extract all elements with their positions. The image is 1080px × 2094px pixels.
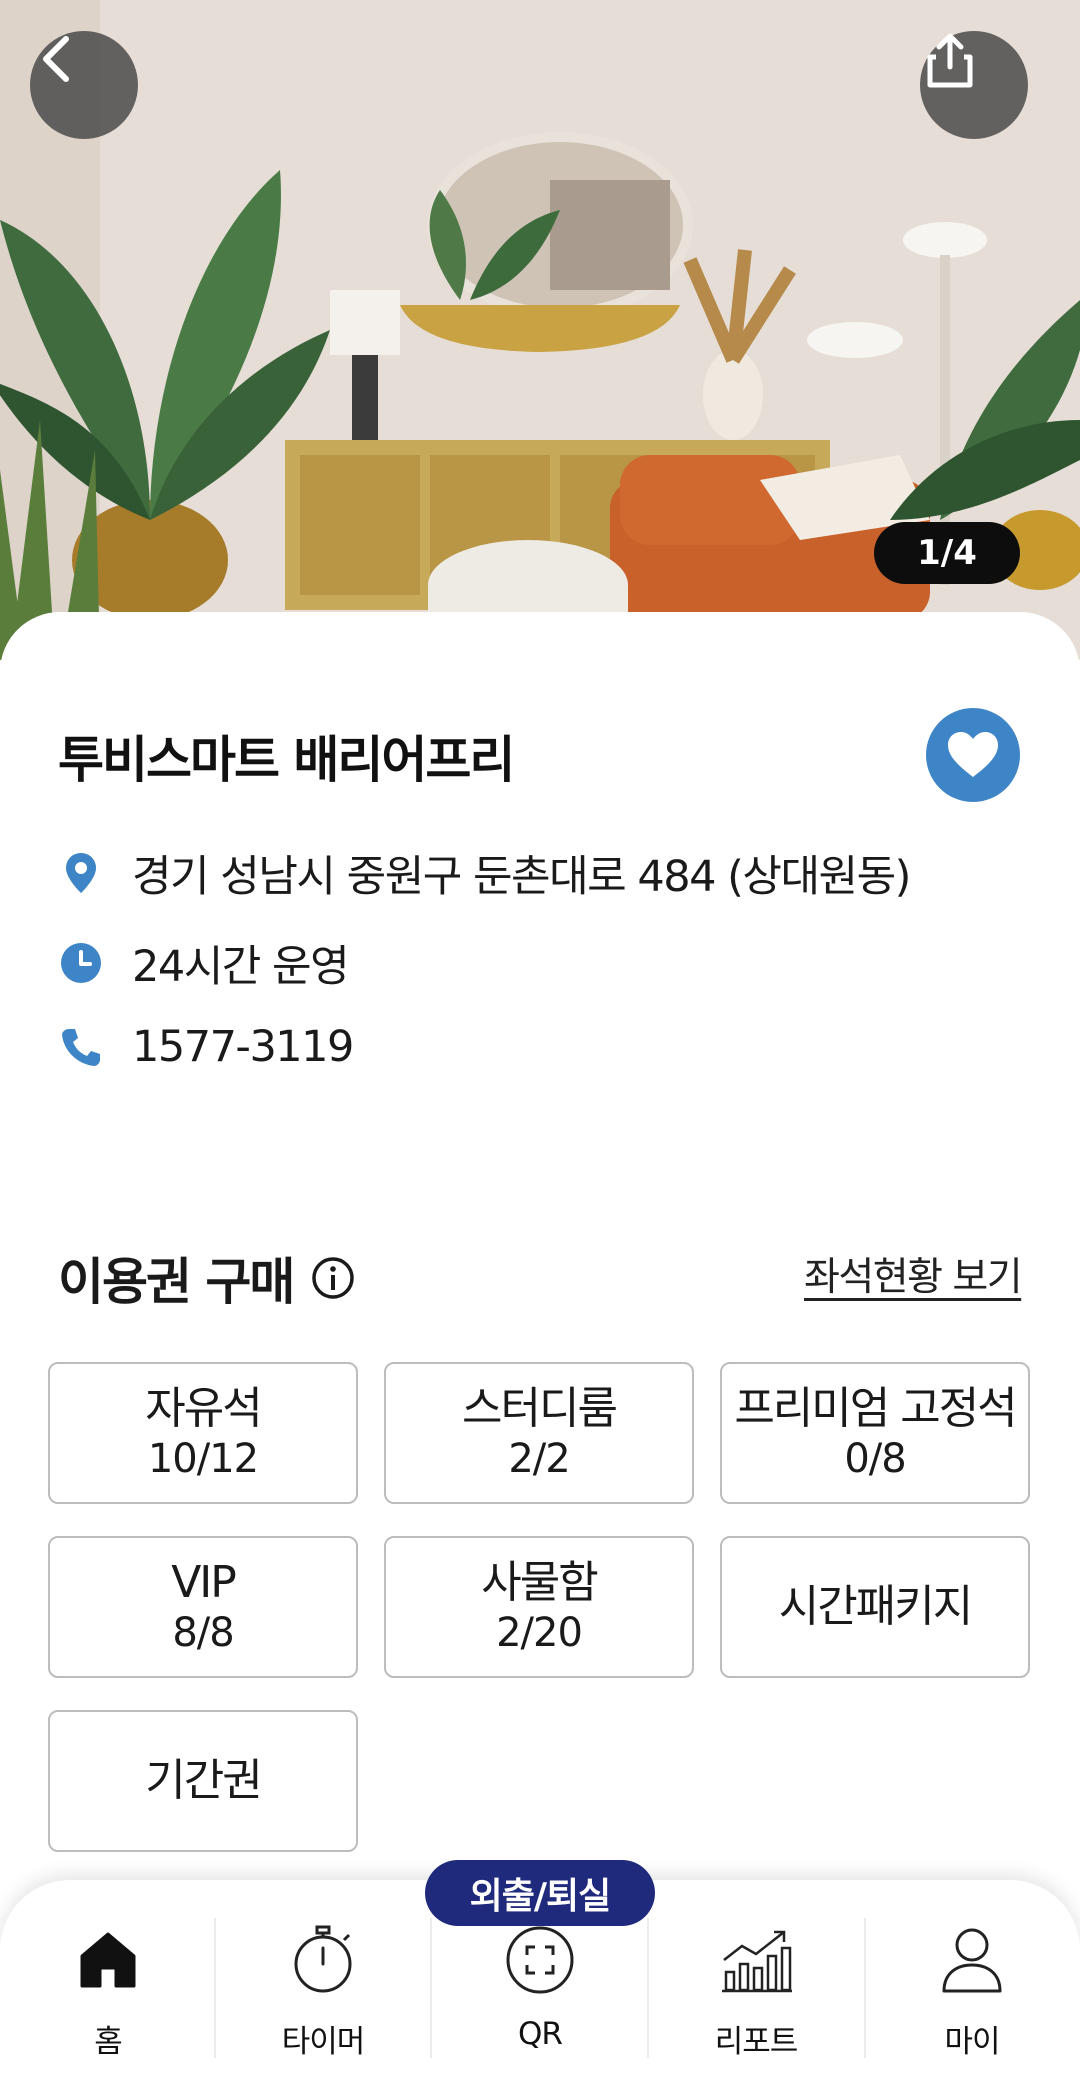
photo-page-indicator: 1/4 (874, 522, 1020, 584)
nav-label: QR (518, 2016, 563, 2052)
location-pin-icon (58, 850, 104, 896)
ticket-tile-time-package[interactable]: 시간패키지 (720, 1536, 1030, 1678)
ticket-name: 기간권 (145, 1755, 262, 1806)
nav-item-timer[interactable]: 타이머 (215, 1920, 431, 2070)
ticket-count: 10/12 (147, 1436, 259, 1482)
ticket-name: VIP (171, 1557, 237, 1608)
qr-scan-icon (500, 1920, 580, 2000)
store-hours: 24시간 운영 (132, 942, 350, 992)
ticket-name: 프리미엄 고정석 (734, 1383, 1017, 1434)
chevron-left-icon (43, 36, 69, 82)
home-icon (68, 1920, 148, 2000)
info-icon[interactable] (311, 1256, 355, 1300)
heart-icon (948, 732, 998, 777)
ticket-tile-premium-fixed-seat[interactable]: 프리미엄 고정석 0/8 (720, 1362, 1030, 1504)
nav-item-my[interactable]: 마이 (864, 1920, 1080, 2070)
ticket-tile-period-pass[interactable]: 기간권 (48, 1710, 358, 1852)
phone-icon (58, 1024, 104, 1070)
nav-label: 리포트 (714, 2024, 799, 2060)
nav-item-home[interactable]: 홈 (0, 1920, 216, 2070)
nav-label: 홈 (94, 2024, 123, 2060)
clock-icon (58, 940, 104, 986)
seat-status-link[interactable]: 좌석현황 보기 (804, 1246, 1023, 1302)
share-icon (927, 33, 973, 88)
store-phone: 1577-3119 (132, 1022, 354, 1072)
ticket-tile-study-room[interactable]: 스터디룸 2/2 (384, 1362, 694, 1504)
address-row: 경기 성남시 중원구 둔촌대로 484 (상대원동) (58, 842, 911, 904)
favorite-button[interactable] (926, 708, 1020, 802)
ticket-purchase-title: 이용권 구매 (58, 1242, 355, 1314)
ticket-name: 자유석 (145, 1383, 262, 1434)
store-address: 경기 성남시 중원구 둔촌대로 484 (상대원동) (132, 852, 911, 902)
chart-icon (716, 1920, 796, 2000)
back-button[interactable] (30, 31, 138, 139)
nav-item-report[interactable]: 리포트 (648, 1920, 864, 2070)
nav-label: 타이머 (281, 2024, 366, 2060)
nav-item-qr[interactable]: QR (432, 1920, 648, 2070)
store-name: 투비스마트 배리어프리 (58, 731, 515, 789)
stopwatch-icon (283, 1920, 363, 2000)
store-photo: 1/4 (0, 0, 1080, 660)
ticket-count: 2/2 (508, 1436, 570, 1482)
ticket-count: 8/8 (172, 1610, 234, 1656)
share-button[interactable] (920, 31, 1028, 139)
ticket-count: 0/8 (844, 1436, 906, 1482)
user-icon (932, 1920, 1012, 2000)
phone-row[interactable]: 1577-3119 (58, 1022, 354, 1072)
ticket-count: 2/20 (496, 1610, 583, 1656)
ticket-name: 사물함 (481, 1557, 598, 1608)
ticket-name: 스터디룸 (462, 1383, 618, 1434)
outing-checkout-button[interactable]: 외출/퇴실 (425, 1860, 655, 1926)
ticket-tile-locker[interactable]: 사물함 2/20 (384, 1536, 694, 1678)
ticket-name: 시간패키지 (778, 1581, 973, 1632)
nav-label: 마이 (944, 2024, 1000, 2060)
ticket-purchase-title-text: 이용권 구매 (58, 1253, 295, 1311)
hours-row: 24시간 운영 (58, 932, 350, 994)
ticket-tile-vip[interactable]: VIP 8/8 (48, 1536, 358, 1678)
ticket-tile-free-seat[interactable]: 자유석 10/12 (48, 1362, 358, 1504)
